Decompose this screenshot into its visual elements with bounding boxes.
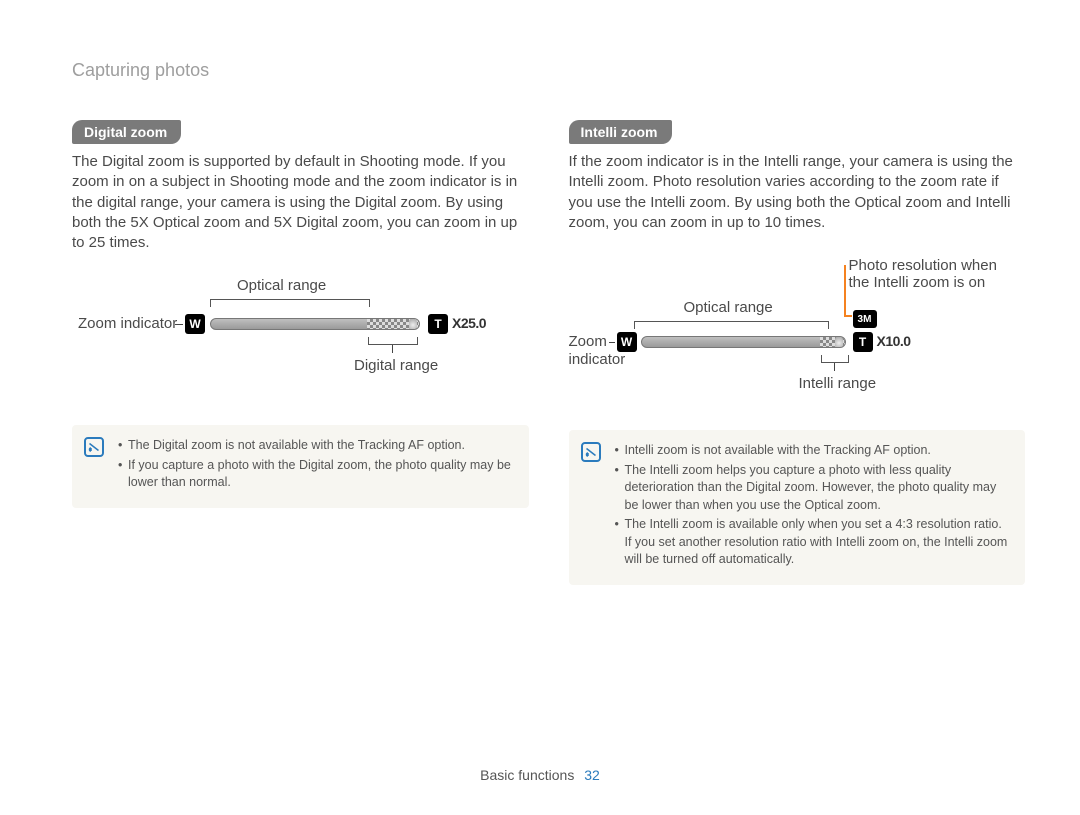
digital-bracket: [368, 337, 418, 345]
page-footer: Basic functions 32: [0, 767, 1080, 783]
res-lead-v: [844, 265, 846, 315]
zoom-indicator-label: Zoom indicator: [78, 315, 177, 332]
intelli-zoom-body: If the zoom indicator is in the Intelli …: [569, 152, 1026, 233]
intelli-lead: [834, 363, 835, 371]
note-item: The Intelli zoom helps you capture a pho…: [615, 462, 1010, 515]
note-item: The Intelli zoom is available only when …: [615, 516, 1010, 569]
digital-range-label: Digital range: [354, 357, 438, 374]
zoom-wide-icon: W: [185, 314, 205, 334]
intelli-bracket: [821, 355, 849, 363]
zoom-value-r: X10.0: [877, 333, 911, 349]
zoom-knob: [409, 318, 417, 330]
zoom-knob-r: [835, 336, 843, 348]
section-title-digital-zoom: Digital zoom: [72, 120, 181, 144]
zoom-indicator-label-r1: Zoom: [569, 333, 607, 350]
footer-section: Basic functions: [480, 767, 574, 783]
col-intelli-zoom: Intelli zoom If the zoom indicator is in…: [569, 120, 1026, 585]
zoom-bar-r: [641, 336, 846, 348]
breadcrumb: Capturing photos: [72, 60, 209, 81]
zoom-indicator-label-r2: indicator: [569, 351, 626, 368]
optical-range-label-r: Optical range: [684, 299, 773, 316]
res-lead-h: [844, 315, 852, 317]
digital-lead: [392, 345, 393, 353]
digital-zoom-diagram: Optical range Zoom indicator W T X25.0 D…: [72, 277, 529, 407]
note-item: If you capture a photo with the Digital …: [118, 457, 513, 492]
section-title-intelli-zoom: Intelli zoom: [569, 120, 672, 144]
digital-zoom-notes: The Digital zoom is not available with t…: [72, 425, 529, 508]
zoom-wide-icon-r: W: [617, 332, 637, 352]
resolution-icon: 3M: [853, 310, 877, 328]
intelli-zoom-notes: Intelli zoom is not available with the T…: [569, 430, 1026, 585]
note-item: Intelli zoom is not available with the T…: [615, 442, 1010, 460]
col-digital-zoom: Digital zoom The Digital zoom is support…: [72, 120, 529, 585]
optical-bracket: [210, 299, 370, 307]
intelli-range-label: Intelli range: [799, 375, 877, 392]
footer-page-number: 32: [584, 767, 600, 783]
note-icon: [84, 437, 104, 457]
content-columns: Digital zoom The Digital zoom is support…: [72, 120, 1025, 585]
note-icon: [581, 442, 601, 462]
zoom-bar: [210, 318, 420, 330]
zoom-ind-lead-r: [609, 342, 615, 343]
zoom-tele-icon: T: [428, 314, 448, 334]
note-item: The Digital zoom is not available with t…: [118, 437, 513, 455]
zoom-tele-icon-r: T: [853, 332, 873, 352]
photo-res-label: Photo resolution when the Intelli zoom i…: [849, 257, 1009, 291]
optical-range-label: Optical range: [237, 277, 326, 294]
zoom-value: X25.0: [452, 315, 486, 331]
zoom-indicator-lead: [175, 324, 183, 325]
digital-zoom-body: The Digital zoom is supported by default…: [72, 152, 529, 253]
optical-bracket-r: [634, 321, 829, 329]
intelli-zoom-diagram: Photo resolution when the Intelli zoom i…: [569, 257, 1026, 412]
